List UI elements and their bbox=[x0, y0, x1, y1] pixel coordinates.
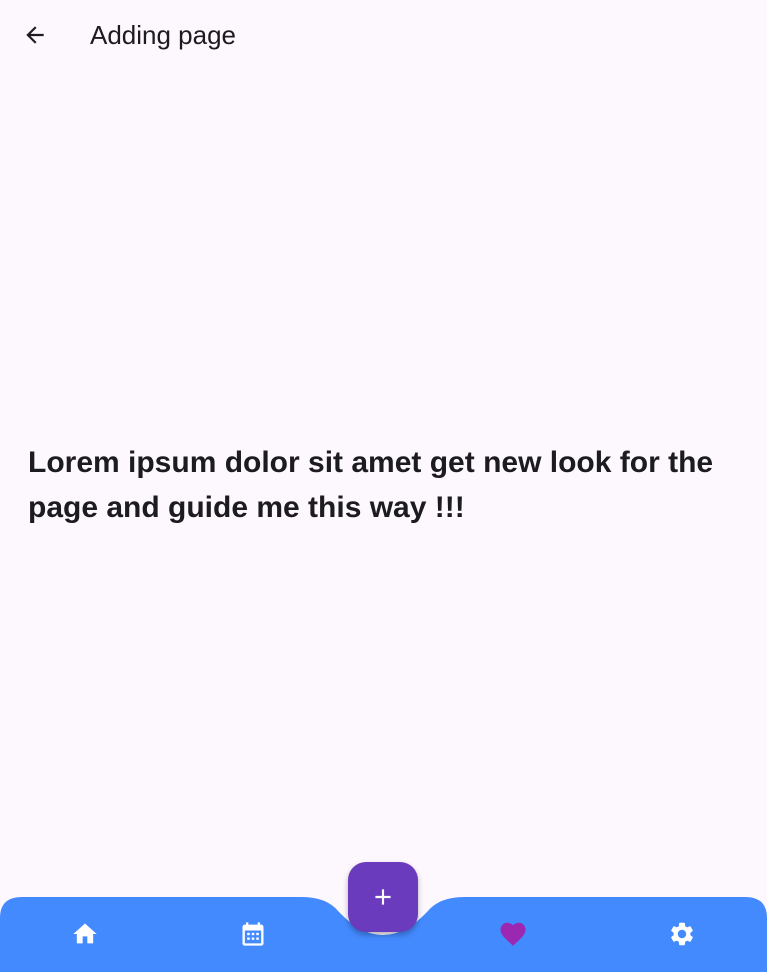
nav-item-calendar[interactable] bbox=[231, 912, 275, 956]
add-fab-button[interactable] bbox=[348, 862, 418, 932]
gear-icon bbox=[671, 922, 693, 946]
arrow-back-icon bbox=[26, 26, 44, 44]
plus-icon bbox=[375, 889, 391, 905]
nav-item-favorites[interactable] bbox=[491, 912, 535, 956]
nav-item-home[interactable] bbox=[63, 912, 107, 956]
body-text: Lorem ipsum dolor sit amet get new look … bbox=[28, 446, 714, 524]
page-title: Adding page bbox=[90, 20, 237, 50]
nav-item-settings[interactable] bbox=[660, 912, 704, 956]
home-icon bbox=[73, 923, 97, 944]
heart-icon bbox=[500, 922, 526, 946]
back-button[interactable] bbox=[13, 13, 57, 57]
calendar-icon bbox=[242, 922, 264, 946]
app-bar: Adding page bbox=[0, 0, 767, 70]
